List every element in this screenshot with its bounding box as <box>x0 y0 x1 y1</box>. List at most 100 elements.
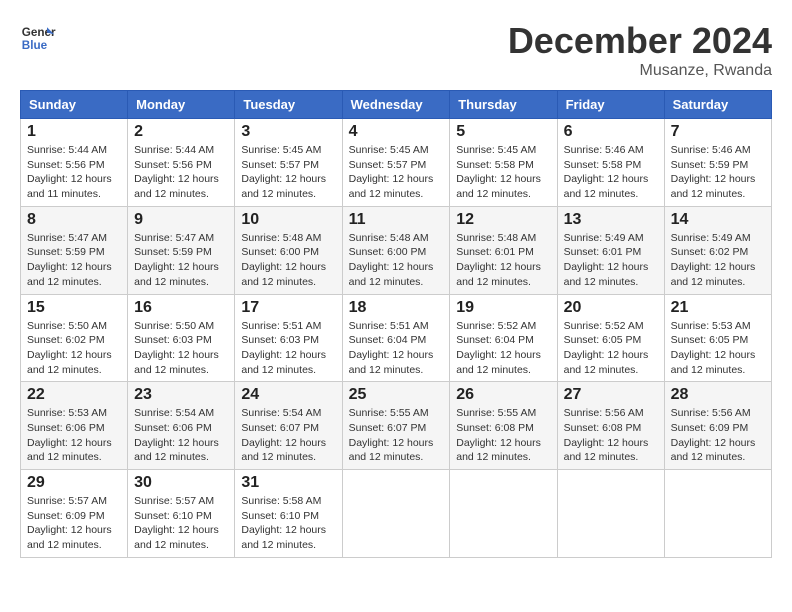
calendar-cell: 18 Sunrise: 5:51 AMSunset: 6:04 PMDaylig… <box>342 294 450 382</box>
calendar-cell: 17 Sunrise: 5:51 AMSunset: 6:03 PMDaylig… <box>235 294 342 382</box>
calendar-cell: 8 Sunrise: 5:47 AMSunset: 5:59 PMDayligh… <box>21 206 128 294</box>
day-detail: Sunrise: 5:56 AMSunset: 6:08 PMDaylight:… <box>564 407 649 463</box>
day-detail: Sunrise: 5:53 AMSunset: 6:05 PMDaylight:… <box>671 320 756 376</box>
calendar-week-row: 8 Sunrise: 5:47 AMSunset: 5:59 PMDayligh… <box>21 206 772 294</box>
day-number: 21 <box>671 299 765 317</box>
calendar-cell: 21 Sunrise: 5:53 AMSunset: 6:05 PMDaylig… <box>664 294 771 382</box>
day-detail: Sunrise: 5:57 AMSunset: 6:09 PMDaylight:… <box>27 495 112 551</box>
day-detail: Sunrise: 5:48 AMSunset: 6:00 PMDaylight:… <box>349 232 434 288</box>
day-detail: Sunrise: 5:45 AMSunset: 5:58 PMDaylight:… <box>456 144 541 200</box>
calendar-cell: 22 Sunrise: 5:53 AMSunset: 6:06 PMDaylig… <box>21 382 128 470</box>
day-detail: Sunrise: 5:48 AMSunset: 6:01 PMDaylight:… <box>456 232 541 288</box>
weekday-header-monday: Monday <box>128 91 235 119</box>
day-detail: Sunrise: 5:56 AMSunset: 6:09 PMDaylight:… <box>671 407 756 463</box>
calendar-cell <box>342 470 450 558</box>
day-detail: Sunrise: 5:57 AMSunset: 6:10 PMDaylight:… <box>134 495 219 551</box>
calendar-cell: 15 Sunrise: 5:50 AMSunset: 6:02 PMDaylig… <box>21 294 128 382</box>
calendar-cell: 2 Sunrise: 5:44 AMSunset: 5:56 PMDayligh… <box>128 119 235 207</box>
day-detail: Sunrise: 5:45 AMSunset: 5:57 PMDaylight:… <box>241 144 326 200</box>
day-number: 2 <box>134 123 228 141</box>
day-number: 7 <box>671 123 765 141</box>
day-number: 22 <box>27 386 121 404</box>
location: Musanze, Rwanda <box>508 62 772 80</box>
day-number: 20 <box>564 299 658 317</box>
day-number: 19 <box>456 299 550 317</box>
calendar-cell: 6 Sunrise: 5:46 AMSunset: 5:58 PMDayligh… <box>557 119 664 207</box>
day-detail: Sunrise: 5:53 AMSunset: 6:06 PMDaylight:… <box>27 407 112 463</box>
day-number: 24 <box>241 386 335 404</box>
calendar-week-row: 29 Sunrise: 5:57 AMSunset: 6:09 PMDaylig… <box>21 470 772 558</box>
calendar-cell: 11 Sunrise: 5:48 AMSunset: 6:00 PMDaylig… <box>342 206 450 294</box>
day-detail: Sunrise: 5:52 AMSunset: 6:04 PMDaylight:… <box>456 320 541 376</box>
day-detail: Sunrise: 5:47 AMSunset: 5:59 PMDaylight:… <box>134 232 219 288</box>
day-detail: Sunrise: 5:50 AMSunset: 6:02 PMDaylight:… <box>27 320 112 376</box>
day-number: 31 <box>241 474 335 492</box>
day-detail: Sunrise: 5:48 AMSunset: 6:00 PMDaylight:… <box>241 232 326 288</box>
day-detail: Sunrise: 5:55 AMSunset: 6:08 PMDaylight:… <box>456 407 541 463</box>
calendar-cell: 30 Sunrise: 5:57 AMSunset: 6:10 PMDaylig… <box>128 470 235 558</box>
day-detail: Sunrise: 5:44 AMSunset: 5:56 PMDaylight:… <box>27 144 112 200</box>
calendar-cell: 3 Sunrise: 5:45 AMSunset: 5:57 PMDayligh… <box>235 119 342 207</box>
calendar-cell: 16 Sunrise: 5:50 AMSunset: 6:03 PMDaylig… <box>128 294 235 382</box>
calendar-cell: 4 Sunrise: 5:45 AMSunset: 5:57 PMDayligh… <box>342 119 450 207</box>
day-number: 5 <box>456 123 550 141</box>
day-detail: Sunrise: 5:44 AMSunset: 5:56 PMDaylight:… <box>134 144 219 200</box>
day-detail: Sunrise: 5:54 AMSunset: 6:06 PMDaylight:… <box>134 407 219 463</box>
calendar-cell: 12 Sunrise: 5:48 AMSunset: 6:01 PMDaylig… <box>450 206 557 294</box>
logo-icon: General Blue <box>20 20 56 56</box>
calendar-table: SundayMondayTuesdayWednesdayThursdayFrid… <box>20 90 772 558</box>
calendar-cell: 27 Sunrise: 5:56 AMSunset: 6:08 PMDaylig… <box>557 382 664 470</box>
weekday-header-sunday: Sunday <box>21 91 128 119</box>
day-number: 11 <box>349 211 444 229</box>
day-detail: Sunrise: 5:46 AMSunset: 5:59 PMDaylight:… <box>671 144 756 200</box>
logo: General Blue <box>20 20 56 56</box>
day-number: 26 <box>456 386 550 404</box>
day-number: 9 <box>134 211 228 229</box>
page-header: General Blue December 2024 Musanze, Rwan… <box>20 20 772 80</box>
day-detail: Sunrise: 5:46 AMSunset: 5:58 PMDaylight:… <box>564 144 649 200</box>
day-detail: Sunrise: 5:49 AMSunset: 6:01 PMDaylight:… <box>564 232 649 288</box>
calendar-week-row: 22 Sunrise: 5:53 AMSunset: 6:06 PMDaylig… <box>21 382 772 470</box>
calendar-cell: 28 Sunrise: 5:56 AMSunset: 6:09 PMDaylig… <box>664 382 771 470</box>
day-detail: Sunrise: 5:54 AMSunset: 6:07 PMDaylight:… <box>241 407 326 463</box>
day-number: 13 <box>564 211 658 229</box>
weekday-header-wednesday: Wednesday <box>342 91 450 119</box>
day-number: 16 <box>134 299 228 317</box>
day-number: 28 <box>671 386 765 404</box>
calendar-week-row: 15 Sunrise: 5:50 AMSunset: 6:02 PMDaylig… <box>21 294 772 382</box>
calendar-cell: 7 Sunrise: 5:46 AMSunset: 5:59 PMDayligh… <box>664 119 771 207</box>
calendar-cell: 19 Sunrise: 5:52 AMSunset: 6:04 PMDaylig… <box>450 294 557 382</box>
weekday-header-thursday: Thursday <box>450 91 557 119</box>
title-block: December 2024 Musanze, Rwanda <box>508 20 772 80</box>
calendar-cell: 29 Sunrise: 5:57 AMSunset: 6:09 PMDaylig… <box>21 470 128 558</box>
calendar-cell: 1 Sunrise: 5:44 AMSunset: 5:56 PMDayligh… <box>21 119 128 207</box>
calendar-cell: 14 Sunrise: 5:49 AMSunset: 6:02 PMDaylig… <box>664 206 771 294</box>
day-number: 25 <box>349 386 444 404</box>
day-number: 4 <box>349 123 444 141</box>
day-detail: Sunrise: 5:55 AMSunset: 6:07 PMDaylight:… <box>349 407 434 463</box>
calendar-week-row: 1 Sunrise: 5:44 AMSunset: 5:56 PMDayligh… <box>21 119 772 207</box>
day-number: 14 <box>671 211 765 229</box>
day-number: 23 <box>134 386 228 404</box>
day-number: 30 <box>134 474 228 492</box>
day-detail: Sunrise: 5:50 AMSunset: 6:03 PMDaylight:… <box>134 320 219 376</box>
day-number: 17 <box>241 299 335 317</box>
day-detail: Sunrise: 5:51 AMSunset: 6:04 PMDaylight:… <box>349 320 434 376</box>
day-detail: Sunrise: 5:49 AMSunset: 6:02 PMDaylight:… <box>671 232 756 288</box>
day-detail: Sunrise: 5:52 AMSunset: 6:05 PMDaylight:… <box>564 320 649 376</box>
calendar-cell: 5 Sunrise: 5:45 AMSunset: 5:58 PMDayligh… <box>450 119 557 207</box>
calendar-cell <box>557 470 664 558</box>
calendar-cell: 10 Sunrise: 5:48 AMSunset: 6:00 PMDaylig… <box>235 206 342 294</box>
day-number: 29 <box>27 474 121 492</box>
day-number: 18 <box>349 299 444 317</box>
calendar-cell <box>450 470 557 558</box>
day-detail: Sunrise: 5:51 AMSunset: 6:03 PMDaylight:… <box>241 320 326 376</box>
day-detail: Sunrise: 5:45 AMSunset: 5:57 PMDaylight:… <box>349 144 434 200</box>
calendar-cell: 20 Sunrise: 5:52 AMSunset: 6:05 PMDaylig… <box>557 294 664 382</box>
calendar-cell: 25 Sunrise: 5:55 AMSunset: 6:07 PMDaylig… <box>342 382 450 470</box>
day-detail: Sunrise: 5:47 AMSunset: 5:59 PMDaylight:… <box>27 232 112 288</box>
day-number: 27 <box>564 386 658 404</box>
weekday-header-tuesday: Tuesday <box>235 91 342 119</box>
calendar-cell: 31 Sunrise: 5:58 AMSunset: 6:10 PMDaylig… <box>235 470 342 558</box>
day-number: 10 <box>241 211 335 229</box>
